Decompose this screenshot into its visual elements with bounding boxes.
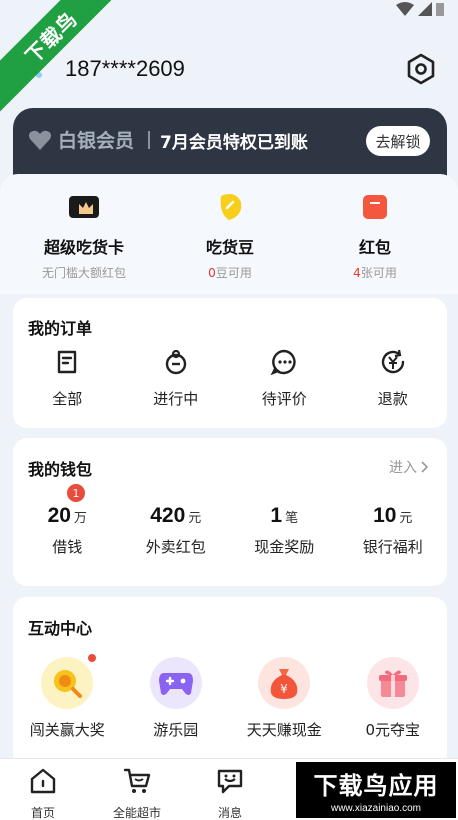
watermark-brand: 下载鸟应用 www.xiazainiao.com	[296, 762, 456, 818]
vip-promo: 7月会员特权已到账	[160, 133, 308, 153]
red-dot	[88, 654, 96, 662]
fun-amusement-park[interactable]: 游乐园	[122, 657, 231, 740]
gift-box-icon	[366, 657, 419, 709]
nav-label: 消息	[217, 806, 242, 820]
fun-title: 互动中心	[28, 619, 93, 638]
status-bar	[396, 2, 444, 16]
stat-title: 吃货豆	[205, 238, 254, 257]
stat-sub: 无门槛大额红包	[41, 266, 126, 280]
vip-logo: 白银会员	[28, 126, 134, 153]
stat-title: 超级吃货卡	[43, 238, 124, 257]
wallet-enter-label: 进入	[389, 460, 417, 476]
wifi-icon	[396, 2, 414, 16]
crown-card-icon	[69, 196, 99, 218]
wallet-unit: 笔	[285, 511, 299, 526]
nav-supermarket[interactable]: 全能超市	[94, 766, 180, 820]
wallet-label: 现金奖励	[254, 538, 315, 556]
notification-badge: 1	[67, 484, 85, 502]
order-refund[interactable]: 退款	[339, 348, 448, 409]
wallet-enter-link[interactable]: 进入	[389, 457, 429, 477]
nav-label: 首页	[30, 806, 55, 820]
stat-red-envelope[interactable]: 红包 4张可用	[300, 190, 450, 281]
wallet-label: 银行福利	[362, 538, 423, 556]
fun-label: 0元夺宝	[365, 721, 421, 739]
wallet-card: 我的钱包 进入 1 20 万 借钱 420 元 外卖红包 1笔 现金奖励 10 元 银…	[13, 438, 447, 586]
order-label: 待评价	[261, 390, 307, 408]
wallet-cash-reward[interactable]: 1笔 现金奖励	[230, 504, 339, 557]
red-envelope-icon	[363, 195, 387, 219]
wallet-title: 我的钱包	[28, 460, 93, 479]
watermark-brand-text: 下载鸟应用	[313, 772, 439, 800]
order-inprogress-icon	[165, 349, 186, 375]
orders-title: 我的订单	[28, 319, 93, 338]
stat-title: 红包	[358, 238, 391, 257]
svg-text:¥: ¥	[280, 682, 288, 696]
money-bag-icon: ¥	[258, 657, 311, 709]
nav-home[interactable]: 首页	[0, 766, 86, 820]
home-icon	[30, 768, 56, 794]
gamepad-icon	[149, 657, 202, 709]
wallet-value: 10	[373, 504, 397, 527]
wallet-value: 20	[47, 504, 71, 527]
user-phone[interactable]: 187****2609	[65, 56, 185, 82]
wallet-unit: 元	[399, 511, 413, 526]
fun-earn-cash[interactable]: ¥ 天天赚现金	[230, 657, 339, 740]
fun-label: 游乐园	[153, 721, 199, 739]
cart-icon	[123, 768, 151, 793]
bean-icon	[220, 194, 242, 220]
stat-sub: 0豆可用	[208, 266, 252, 280]
order-review[interactable]: 待评价	[230, 348, 339, 409]
orders-card: 我的订单 全部 进行中 待评价 退款	[13, 298, 447, 428]
stat-super-card[interactable]: 超级吃货卡 无门槛大额红包	[9, 190, 159, 281]
message-icon	[217, 769, 243, 794]
interactive-center-card: 互动中心 闯关赢大奖 游乐园 ¥ 天天赚现金 0元夺宝	[13, 597, 447, 767]
order-label: 全部	[52, 390, 83, 408]
wallet-label: 外卖红包	[145, 538, 206, 556]
signal-icon	[418, 2, 432, 16]
order-all-icon	[58, 350, 77, 374]
fun-label: 闯关赢大奖	[29, 721, 105, 739]
fun-zero-treasure[interactable]: 0元夺宝	[339, 657, 448, 740]
order-all[interactable]: 全部	[13, 348, 122, 409]
magnifier-prize-icon	[41, 657, 94, 709]
wallet-bank-benefit[interactable]: 10 元 银行福利	[339, 504, 448, 557]
fun-label: 天天赚现金	[246, 721, 322, 739]
wallet-value: 1	[270, 504, 283, 527]
nav-label: 全能超市	[112, 806, 161, 820]
fun-challenge[interactable]: 闯关赢大奖	[13, 654, 122, 740]
stat-beans[interactable]: 吃货豆 0豆可用	[155, 190, 305, 281]
wallet-unit: 元	[188, 511, 202, 526]
divider	[148, 131, 150, 149]
order-in-progress[interactable]: 进行中	[122, 348, 231, 409]
order-review-icon	[270, 349, 296, 376]
settings-icon[interactable]	[405, 53, 437, 85]
wallet-value: 420	[150, 504, 186, 527]
wallet-label: 借钱	[52, 538, 83, 556]
watermark-url: www.xiazainiao.com	[330, 803, 422, 814]
unlock-button[interactable]: 去解锁	[366, 126, 430, 156]
wallet-red-packet[interactable]: 420 元 外卖红包	[122, 504, 231, 557]
stat-sub: 4张可用	[353, 266, 397, 280]
battery-icon	[436, 3, 444, 16]
refund-icon	[381, 349, 404, 374]
order-label: 进行中	[153, 390, 199, 408]
chevron-right-icon	[421, 461, 429, 473]
nav-messages[interactable]: 消息	[187, 766, 273, 820]
order-label: 退款	[377, 390, 408, 408]
wallet-unit: 万	[73, 511, 87, 526]
wallet-loan[interactable]: 1 20 万 借钱	[13, 484, 122, 557]
heart-badge-icon	[29, 130, 51, 150]
vip-logo-text: 白银会员	[58, 130, 135, 152]
